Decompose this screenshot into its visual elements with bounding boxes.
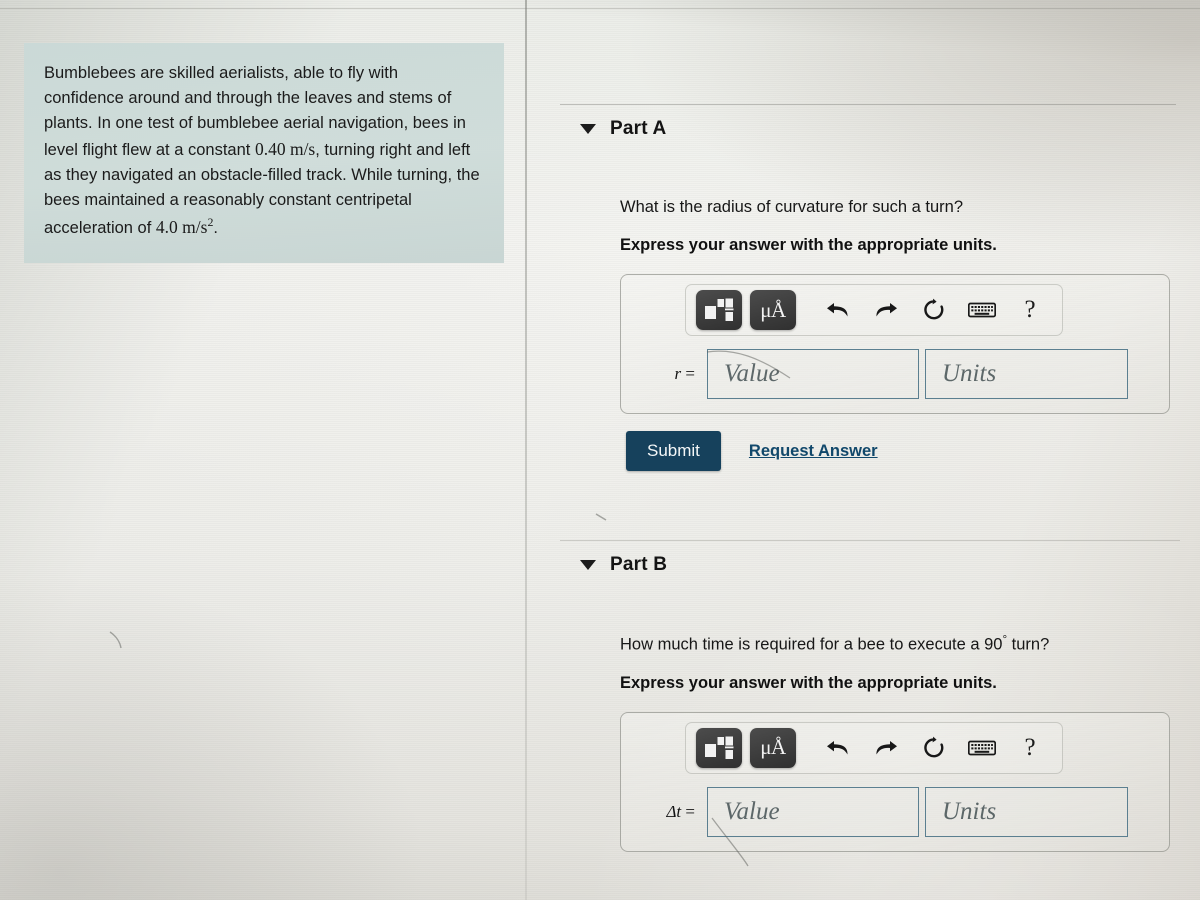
undo-icon[interactable]: [816, 728, 860, 768]
request-answer-link[interactable]: Request Answer: [749, 442, 878, 461]
part-b-section: Part B How much time is required for a b…: [525, 554, 1200, 852]
problem-speed-value: 0.40 m/s: [254, 139, 316, 160]
help-icon-label: ?: [1024, 733, 1036, 761]
part-b-variable-symbol: Δt: [666, 801, 682, 821]
part-a-action-row: Submit Request Answer: [620, 431, 1170, 472]
undo-icon[interactable]: [816, 290, 860, 330]
units-mu-angstrom-icon[interactable]: μÅ: [750, 290, 796, 331]
part-a-units-placeholder: Units: [942, 360, 997, 388]
submit-button[interactable]: Submit: [626, 431, 721, 472]
help-icon-label: ?: [1024, 296, 1036, 324]
part-b-value-input[interactable]: Value: [707, 786, 919, 837]
part-a-variable-label: r =: [639, 364, 707, 384]
part-a-answer-box: μÅ ? r = Value Units: [620, 274, 1170, 415]
units-mu-angstrom-icon[interactable]: μÅ: [750, 727, 796, 768]
help-icon[interactable]: ?: [1008, 290, 1052, 330]
part-b-value-placeholder: Value: [724, 797, 780, 825]
chevron-down-icon[interactable]: [580, 124, 596, 134]
chevron-down-icon[interactable]: [580, 560, 596, 570]
part-b-instruction: Express your answer with the appropriate…: [620, 673, 997, 692]
problem-acceleration-value: 4.0 m/s2: [155, 215, 214, 238]
part-b-body: How much time is required for a bee to e…: [525, 632, 1200, 852]
part-b-variable-label: Δt =: [639, 802, 707, 822]
redo-icon[interactable]: [864, 728, 908, 768]
part-b-toolbar: μÅ ?: [685, 721, 1063, 774]
problem-text-part-3: .: [213, 219, 218, 238]
help-icon[interactable]: ?: [1008, 728, 1052, 768]
part-b-header[interactable]: Part B: [525, 554, 1200, 576]
part-a-value-placeholder: Value: [724, 360, 780, 388]
math-template-icon[interactable]: [696, 290, 742, 331]
math-template-icon[interactable]: [696, 727, 742, 768]
units-button-label: μÅ: [760, 735, 786, 760]
part-a-prompt: What is the radius of curvature for such…: [620, 198, 963, 216]
part-b-prompt: How much time is required for a bee to e…: [620, 632, 1170, 657]
part-b-variable-equals: =: [681, 801, 695, 821]
part-b-input-row: Δt = Value Units: [633, 786, 1157, 837]
units-button-label: μÅ: [760, 297, 786, 322]
part-a-instruction: Express your answer with the appropriate…: [620, 236, 997, 255]
reset-icon[interactable]: [912, 290, 956, 330]
part-a-input-row: r = Value Units: [633, 349, 1157, 400]
part-b-units-input[interactable]: Units: [925, 786, 1128, 837]
question-column: Part A What is the radius of curvature f…: [525, 0, 1200, 900]
part-a-variable-equals: =: [681, 364, 695, 384]
keyboard-icon[interactable]: [960, 728, 1004, 768]
part-a-section: Part A What is the radius of curvature f…: [525, 118, 1200, 472]
problem-acceleration-number: 4.0 m/s: [155, 217, 208, 238]
part-b-prompt-pre: How much time is required for a bee to e…: [620, 635, 1003, 654]
part-a-header[interactable]: Part A: [525, 118, 1200, 140]
keyboard-icon[interactable]: [960, 290, 1004, 330]
part-a-title: Part A: [610, 118, 667, 139]
problem-statement-text: Bumblebees are skilled aerialists, able …: [44, 61, 482, 241]
reset-icon[interactable]: [912, 728, 956, 768]
problem-statement-panel: Bumblebees are skilled aerialists, able …: [24, 43, 504, 264]
part-a-body: What is the radius of curvature for such…: [525, 196, 1200, 472]
part-a-units-input[interactable]: Units: [925, 349, 1128, 400]
part-b-title: Part B: [610, 554, 668, 575]
part-a-toolbar: μÅ ?: [685, 284, 1063, 337]
part-a-value-input[interactable]: Value: [707, 349, 919, 400]
part-b-units-placeholder: Units: [942, 797, 997, 825]
redo-icon[interactable]: [864, 290, 908, 330]
part-b-prompt-post: turn?: [1007, 635, 1050, 654]
part-b-answer-box: μÅ ? Δt = Value Units: [620, 711, 1170, 852]
